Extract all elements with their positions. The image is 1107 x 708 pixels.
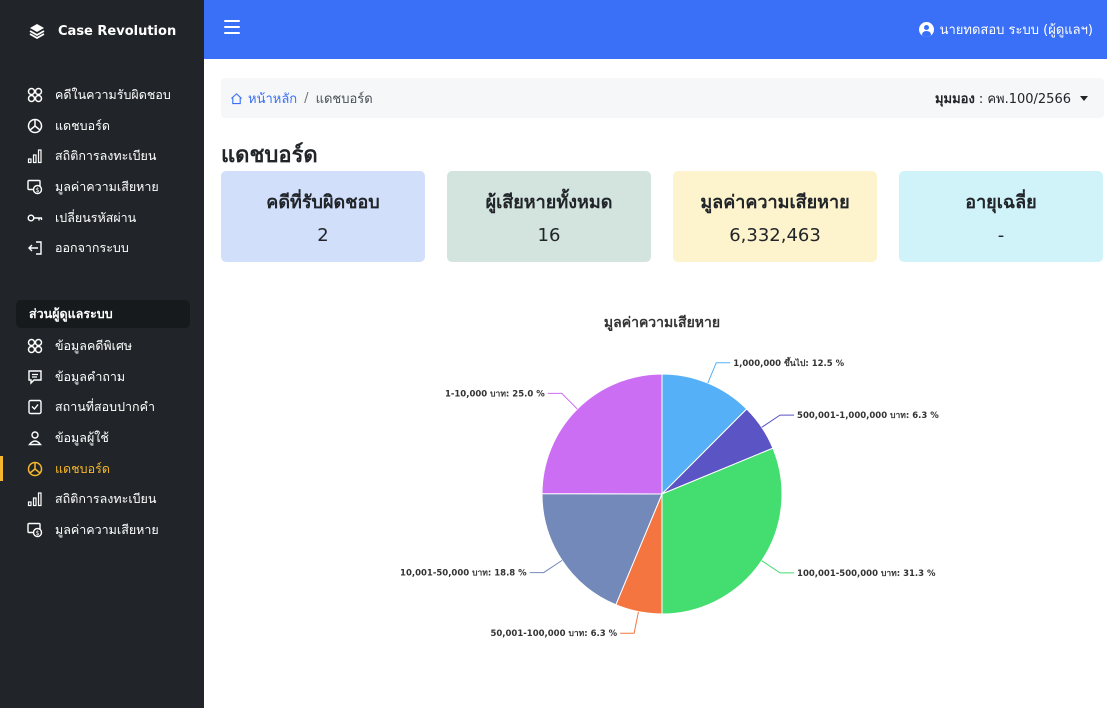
sidebar-item-label: สถิติการลงทะเบียน — [55, 148, 157, 164]
bar-chart-icon — [27, 148, 43, 164]
pie-slice-label: 500,001-1,000,000 บาท: 6.3 % — [797, 411, 939, 421]
stat-card-victims: ผู้เสียหายทั้งหมด 16 — [447, 171, 651, 262]
user-menu[interactable]: นายทดสอบ ระบบ (ผู้ดูแลฯ) — [918, 19, 1093, 40]
pie-slice-label: 10,001-50,000 บาท: 18.8 % — [400, 569, 527, 579]
sidebar-item-cases[interactable]: คดีในความรับผิดชอบ — [0, 80, 204, 111]
admin-menu: ข้อมูลคดีพิเศษ ข้อมูลคำถาม สถานที่สอบปาก… — [0, 331, 204, 545]
pie-leader-line — [529, 559, 563, 574]
view-value: : คพ.100/2566 — [978, 91, 1071, 107]
sidebar-item-logout[interactable]: ออกจากระบบ — [0, 233, 204, 264]
sidebar-item-label: ข้อมูลคำถาม — [55, 368, 126, 384]
view-selector[interactable]: มุมมอง : คพ.100/2566 — [935, 88, 1088, 109]
pie-leader-line — [620, 611, 639, 634]
sidebar: Case Revolution คดีในความรับผิดชอบ แดชบอ… — [0, 0, 204, 708]
pie-chart-svg: มูลค่าความเสียหาย 1,000,000 ขึ้นไป: 12.5… — [400, 315, 939, 639]
svg-text:$: $ — [36, 530, 40, 537]
layers-icon — [28, 22, 46, 40]
sidebar-item-label: ข้อมูลผู้ใช้ — [55, 430, 109, 446]
dashboard-icon — [27, 461, 43, 477]
stat-card-value: - — [997, 225, 1005, 246]
stat-card-label: ผู้เสียหายทั้งหมด — [485, 192, 613, 213]
location-icon — [27, 399, 43, 415]
pie-leader-line — [547, 392, 578, 410]
chart-title: มูลค่าความเสียหาย — [604, 315, 720, 331]
logout-icon — [27, 240, 43, 256]
sidebar-item-questions[interactable]: ข้อมูลคำถาม — [0, 362, 204, 393]
brand-name: Case Revolution — [58, 23, 177, 39]
sidebar-item-label: คดีในความรับผิดชอบ — [55, 87, 171, 103]
stat-card-value: 2 — [317, 225, 329, 246]
home-icon — [231, 92, 242, 104]
stat-card-label: คดีที่รับผิดชอบ — [266, 192, 380, 213]
brand[interactable]: Case Revolution — [0, 0, 204, 62]
sidebar-item-special-cases[interactable]: ข้อมูลคดีพิเศษ — [0, 331, 204, 362]
svg-text:$: $ — [36, 187, 40, 194]
breadcrumb-home-link[interactable]: หน้าหลัก — [230, 88, 297, 109]
stat-card-label: อายุเฉลี่ย — [965, 192, 1037, 213]
user-icon — [27, 430, 43, 446]
sidebar-item-label: ออกจากระบบ — [55, 240, 129, 256]
sidebar-item-label: แดชบอร์ด — [55, 117, 110, 133]
breadcrumb-current: แดชบอร์ด — [315, 91, 373, 107]
sidebar-item-users[interactable]: ข้อมูลผู้ใช้ — [0, 423, 204, 454]
pie-slice-label: 1,000,000 ขึ้นไป: 12.5 % — [733, 356, 844, 369]
stat-card-cases: คดีที่รับผิดชอบ 2 — [221, 171, 425, 262]
sidebar-item-interrogation-places[interactable]: สถานที่สอบปากคำ — [0, 392, 204, 423]
sidebar-item-change-password[interactable]: เปลี่ยนรหัสผ่าน — [0, 202, 204, 233]
breadcrumb-separator: / — [304, 90, 309, 106]
menu-toggle-icon[interactable] — [224, 20, 240, 34]
caret-down-icon — [1080, 95, 1088, 101]
view-label: มุมมอง — [934, 91, 975, 107]
dashboard-icon — [27, 118, 43, 134]
sidebar-item-label: สถิติการลงทะเบียน — [55, 491, 157, 507]
sidebar-item-admin-dashboard[interactable]: แดชบอร์ด — [0, 453, 204, 484]
sidebar-item-label: มูลค่าความเสียหาย — [55, 521, 159, 537]
money-icon: $ — [27, 179, 43, 195]
pie-slice-label: 1-10,000 บาท: 25.0 % — [445, 389, 545, 399]
stat-card-value: 6,332,463 — [729, 225, 821, 246]
pie-leader-line — [761, 414, 795, 428]
breadcrumb-home-label: หน้าหลัก — [248, 91, 298, 107]
pie-leader-line — [761, 560, 795, 574]
page-title: แดชบอร์ด — [221, 143, 318, 168]
stat-card-label: มูลค่าความเสียหาย — [700, 192, 850, 213]
stat-card-average-age: อายุเฉลี่ย - — [899, 171, 1103, 262]
breadcrumb: หน้าหลัก / แดชบอร์ด มุมมอง : คพ.100/2566 — [221, 78, 1104, 118]
key-icon — [27, 210, 43, 226]
sidebar-item-registration-stats[interactable]: สถิติการลงทะเบียน — [0, 141, 204, 172]
user-circle-icon — [918, 22, 934, 37]
cases-icon — [27, 87, 43, 103]
sidebar-item-label: แดชบอร์ด — [55, 460, 110, 476]
sidebar-item-admin-damage-value[interactable]: $ มูลค่าความเสียหาย — [0, 515, 204, 546]
stat-card-value: 16 — [537, 225, 561, 246]
pie-slice-label: 100,001-500,000 บาท: 31.3 % — [797, 569, 936, 579]
sidebar-item-label: มูลค่าความเสียหาย — [55, 179, 159, 195]
stat-card-damage: มูลค่าความเสียหาย 6,332,463 — [673, 171, 877, 262]
pie-slice[interactable] — [541, 373, 663, 495]
topbar: นายทดสอบ ระบบ (ผู้ดูแลฯ) — [204, 0, 1107, 59]
sidebar-item-label: ข้อมูลคดีพิเศษ — [55, 338, 133, 354]
damage-pie-chart: มูลค่าความเสียหาย 1,000,000 ขึ้นไป: 12.5… — [221, 290, 1104, 680]
comment-icon — [27, 369, 43, 385]
sidebar-item-dashboard[interactable]: แดชบอร์ด — [0, 111, 204, 142]
bar-chart-icon — [27, 491, 43, 507]
sidebar-item-label: สถานที่สอบปากคำ — [55, 399, 155, 415]
cases-icon — [27, 338, 43, 354]
admin-section-label: ส่วนผู้ดูแลระบบ — [16, 300, 190, 328]
sidebar-item-damage-value[interactable]: $ มูลค่าความเสียหาย — [0, 172, 204, 203]
money-icon: $ — [27, 522, 43, 538]
main-menu: คดีในความรับผิดชอบ แดชบอร์ด สถิติการลงทะ… — [0, 80, 204, 264]
pie-slice-label: 50,001-100,000 บาท: 6.3 % — [490, 629, 617, 639]
sidebar-item-admin-registration-stats[interactable]: สถิติการลงทะเบียน — [0, 484, 204, 515]
sidebar-item-label: เปลี่ยนรหัสผ่าน — [55, 209, 137, 225]
pie-leader-line — [707, 362, 731, 384]
user-name: นายทดสอบ ระบบ (ผู้ดูแลฯ) — [939, 23, 1093, 38]
